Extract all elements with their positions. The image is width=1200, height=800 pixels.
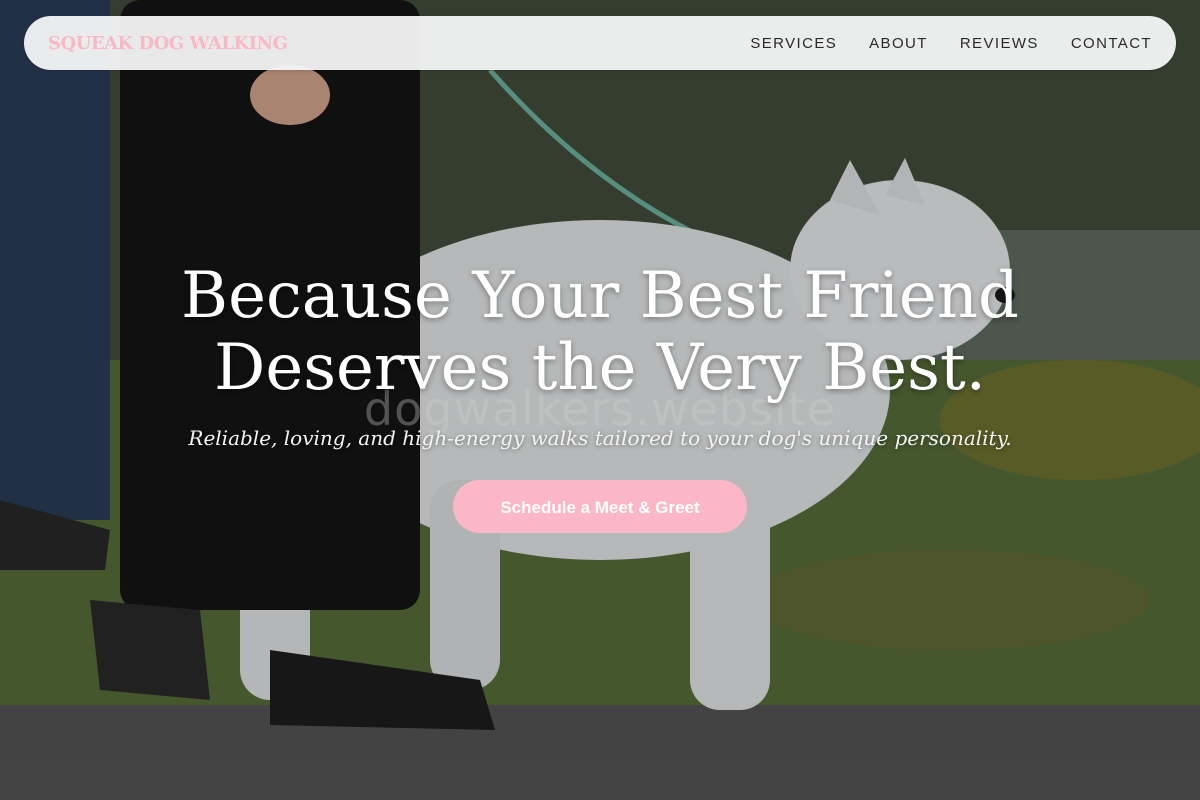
nav-link-about[interactable]: ABOUT bbox=[869, 35, 928, 52]
hero-subheadline: Reliable, loving, and high-energy walks … bbox=[188, 426, 1012, 450]
hero-headline-line2: Deserves the Very Best. bbox=[214, 331, 986, 405]
nav-link-services[interactable]: SERVICES bbox=[750, 35, 837, 52]
schedule-meet-greet-button[interactable]: Schedule a Meet & Greet bbox=[453, 480, 747, 533]
hero-headline: Because Your Best Friend Deserves the Ve… bbox=[100, 260, 1100, 404]
hero-section: dogwalkers.website Because Your Best Fri… bbox=[0, 0, 1200, 800]
hero-content: Because Your Best Friend Deserves the Ve… bbox=[100, 260, 1100, 533]
top-navbar: SQUEAK DOG WALKING SERVICES ABOUT REVIEW… bbox=[24, 16, 1176, 70]
nav-link-reviews[interactable]: REVIEWS bbox=[960, 35, 1039, 52]
nav-link-contact[interactable]: CONTACT bbox=[1071, 35, 1152, 52]
nav-links: SERVICES ABOUT REVIEWS CONTACT bbox=[750, 35, 1152, 52]
hero-headline-line1: Because Your Best Friend bbox=[181, 259, 1019, 333]
site-logo[interactable]: SQUEAK DOG WALKING bbox=[48, 33, 288, 54]
